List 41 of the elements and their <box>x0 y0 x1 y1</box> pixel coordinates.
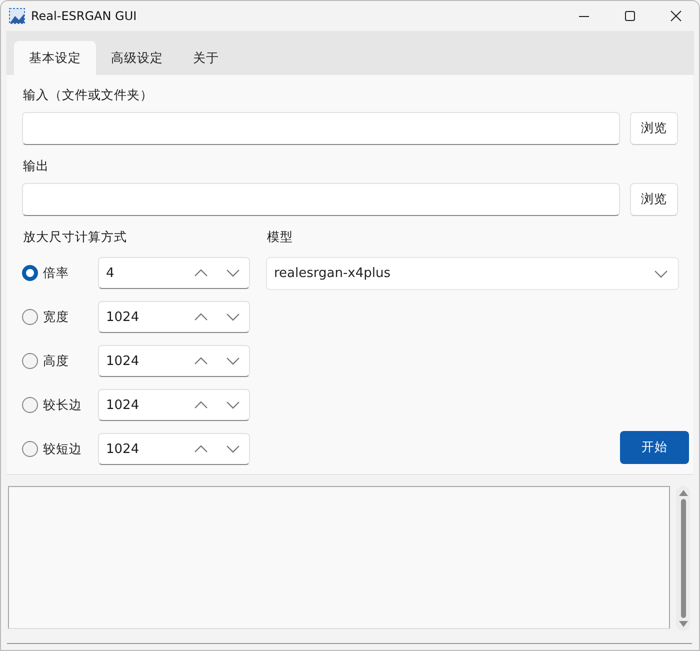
radio-option[interactable]: 宽度 <box>22 308 98 326</box>
chevron-down-icon <box>226 269 240 277</box>
chevron-up-icon <box>194 445 208 453</box>
chevron-down-icon <box>226 401 240 409</box>
scroll-down-icon[interactable] <box>678 621 688 627</box>
close-icon <box>670 10 682 22</box>
radio-option[interactable]: 较短边 <box>22 440 98 458</box>
chevron-up-icon <box>194 313 208 321</box>
window-title: Real-ESRGAN GUI <box>31 9 137 23</box>
chevron-up-icon <box>194 357 208 365</box>
tab[interactable]: 高级设定 <box>96 41 178 75</box>
number-spinbox[interactable]: 1024 <box>98 301 250 333</box>
radio-option[interactable]: 倍率 <box>22 264 98 282</box>
number-spinbox[interactable]: 1024 <box>98 433 250 465</box>
start-button[interactable]: 开始 <box>620 431 689 464</box>
radio-option[interactable]: 较长边 <box>22 396 98 414</box>
model-dropdown[interactable]: realesrgan-x4plus <box>266 257 679 290</box>
scrollbar[interactable] <box>676 486 690 631</box>
radio-option[interactable]: 高度 <box>22 352 98 370</box>
scroll-up-icon[interactable] <box>678 490 688 496</box>
browse-button[interactable]: 浏览 <box>630 183 678 216</box>
section-label: 放大尺寸计算方式 <box>23 229 128 246</box>
chevron-up-icon <box>194 401 208 409</box>
number-spinbox[interactable]: 4 <box>98 257 250 289</box>
chevron-up-icon <box>194 269 208 277</box>
output-path-field[interactable] <box>22 183 620 216</box>
field-label: 输入（文件或文件夹） <box>23 87 154 104</box>
number-spinbox[interactable]: 1024 <box>98 345 250 377</box>
chevron-down-icon <box>226 445 240 453</box>
chevron-down-icon <box>226 313 240 321</box>
field-label: 输出 <box>23 158 50 175</box>
number-spinbox[interactable]: 1024 <box>98 389 250 421</box>
chevron-down-icon <box>654 270 668 278</box>
chevron-down-icon <box>226 357 240 365</box>
app-icon <box>9 8 25 24</box>
tab[interactable]: 关于 <box>178 41 234 75</box>
browse-button[interactable]: 浏览 <box>630 112 678 145</box>
section-label: 模型 <box>267 229 294 246</box>
maximize-icon <box>624 10 636 22</box>
input-path-field[interactable] <box>22 112 620 145</box>
tab[interactable]: 基本设定 <box>14 41 96 75</box>
